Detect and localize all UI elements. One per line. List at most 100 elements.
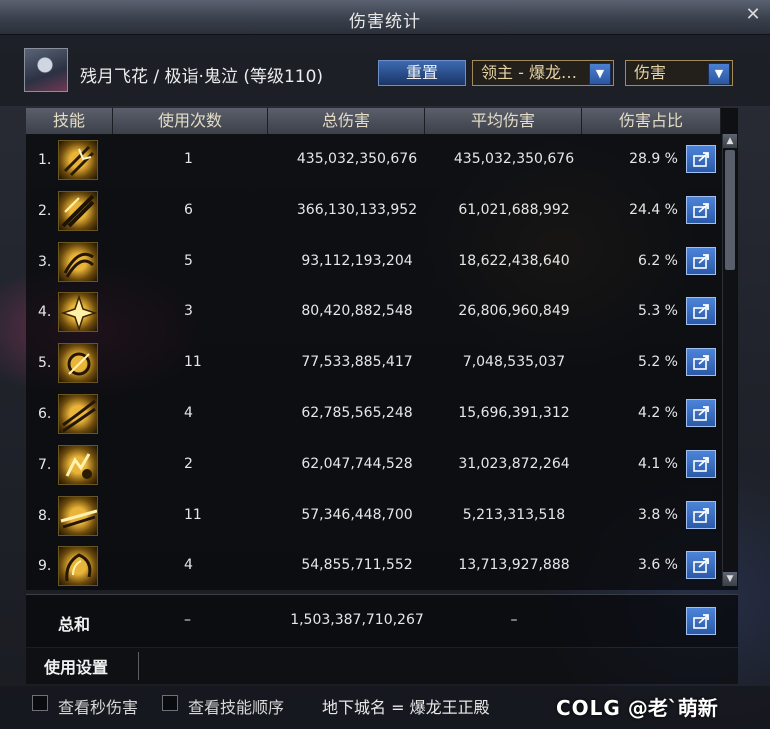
uses-count: 4 (184, 557, 193, 574)
summary-avg: – (510, 612, 518, 628)
scroll-thumb[interactable] (725, 150, 735, 270)
dps-checkbox[interactable] (32, 695, 48, 711)
total-damage: 435,032,350,676 (296, 151, 418, 167)
total-damage: 77,533,885,417 (301, 354, 413, 371)
skill-order-checkbox-label[interactable]: 查看技能顺序 (188, 694, 284, 718)
dungeon-name: 地下城名 = 爆龙王正殿 (322, 698, 490, 717)
rank: 6. (38, 406, 52, 422)
rank: 3. (38, 253, 52, 270)
table-row: 5. 11 77,533,885,417 7,048,535,037 5.2 % (26, 339, 720, 389)
skill-icon (58, 444, 98, 485)
share-icon[interactable] (686, 297, 716, 326)
close-icon[interactable]: ✕ (744, 6, 762, 24)
chevron-down-icon[interactable]: ▼ (589, 63, 611, 85)
column-header-pct[interactable]: 伤害占比 (582, 108, 721, 134)
average-damage: 61,021,688,992 (458, 201, 570, 218)
character-name: 残月飞花 / 极诣·鬼泣 (等级110) (80, 67, 324, 87)
uses-count: 2 (184, 455, 193, 472)
share-icon[interactable] (686, 500, 716, 529)
table-row: 7. 2 62,047,744,528 31,023,872,264 4.1 % (26, 441, 720, 491)
damage-share: 28.9 % (629, 151, 678, 167)
skill-icon (58, 241, 98, 282)
total-damage: 366,130,133,952 (296, 201, 418, 218)
uses-count: 6 (184, 201, 193, 218)
type-select[interactable]: 伤害 ▼ (625, 60, 733, 86)
scroll-up-icon[interactable]: ▲ (723, 134, 737, 148)
average-damage: 26,806,960,849 (458, 303, 570, 320)
window-title: 伤害统计 (349, 12, 421, 32)
skill-order-checkbox[interactable] (162, 695, 178, 711)
average-damage: 18,622,438,640 (458, 252, 570, 269)
skill-icon (58, 546, 98, 587)
share-icon[interactable] (686, 449, 716, 478)
total-damage: 80,420,882,548 (301, 303, 413, 320)
uses-count: 1 (184, 151, 193, 167)
table-header: 技能 使用次数 总伤害 平均伤害 伤害占比 (26, 108, 721, 135)
boss-select-value: 领主 - 爆龙… (481, 63, 577, 82)
table-row: 6. 4 62,785,565,248 15,696,391,312 4.2 % (26, 390, 720, 440)
table-row: 8. 11 57,346,448,700 5,213,313,518 3.8 % (26, 492, 720, 542)
share-icon[interactable] (686, 145, 716, 173)
average-damage: 13,713,927,888 (458, 557, 570, 574)
summary-total: 1,503,387,710,267 (290, 612, 424, 628)
summary-label: 总和 (58, 615, 91, 634)
rank: 5. (38, 355, 52, 372)
uses-count: 3 (184, 303, 193, 320)
share-icon[interactable] (686, 246, 716, 275)
column-header-total[interactable]: 总伤害 (268, 108, 425, 134)
share-icon[interactable] (686, 348, 716, 377)
uses-count: 11 (184, 354, 202, 371)
table-row: 4. 3 80,420,882,548 26,806,960,849 5.3 % (26, 288, 720, 338)
vertical-scrollbar[interactable]: ▲ ▼ (722, 134, 737, 586)
skill-icon (58, 292, 98, 333)
average-damage: 15,696,391,312 (458, 405, 570, 421)
chevron-down-icon[interactable]: ▼ (708, 63, 730, 85)
column-header-skill[interactable]: 技能 (26, 108, 113, 134)
total-damage: 54,855,711,552 (301, 557, 413, 574)
uses-count: 11 (184, 506, 202, 523)
skill-icon (58, 343, 98, 384)
damage-share: 5.2 % (637, 354, 678, 371)
total-damage: 57,346,448,700 (301, 506, 413, 523)
column-header-avg[interactable]: 平均伤害 (425, 108, 582, 134)
settings-label[interactable]: 使用设置 (44, 654, 108, 678)
skill-icon (58, 190, 98, 231)
rank: 8. (38, 507, 52, 524)
skill-icon (58, 140, 98, 180)
settings-bar: 使用设置 (26, 648, 738, 684)
damage-share: 6.2 % (637, 252, 678, 269)
damage-share: 3.8 % (637, 506, 678, 523)
table-row: 1. 1 435,032,350,676 435,032,350,676 28.9 % (26, 136, 720, 186)
damage-share: 24.4 % (629, 201, 678, 218)
skill-icon (58, 495, 98, 536)
rank: 4. (38, 304, 52, 321)
total-damage: 62,785,565,248 (301, 405, 413, 421)
boss-select[interactable]: 领主 - 爆龙… ▼ (472, 60, 614, 86)
uses-count: 4 (184, 405, 193, 421)
total-damage: 93,112,193,204 (301, 252, 413, 269)
damage-share: 3.6 % (637, 557, 678, 574)
character-portrait (24, 48, 68, 92)
footer-bar: 查看秒伤害 查看技能顺序 地下城名 = 爆龙王正殿 COLG @老`萌新 (0, 686, 770, 729)
share-icon[interactable] (686, 399, 716, 427)
table-row: 3. 5 93,112,193,204 18,622,438,640 6.2 % (26, 238, 720, 288)
reset-button[interactable]: 重置 (378, 60, 466, 86)
average-damage: 435,032,350,676 (453, 151, 575, 167)
type-select-value: 伤害 (634, 63, 667, 82)
summary-row: 总和 – 1,503,387,710,267 – (26, 594, 738, 647)
divider (138, 652, 139, 680)
share-icon[interactable] (686, 551, 716, 580)
window-titlebar: 伤害统计 ✕ (0, 0, 770, 35)
table-row: 2. 6 366,130,133,952 61,021,688,992 24.4 % (26, 187, 720, 237)
dps-checkbox-label[interactable]: 查看秒伤害 (58, 694, 138, 718)
uses-count: 5 (184, 252, 193, 269)
rank: 2. (38, 202, 52, 219)
average-damage: 5,213,313,518 (462, 506, 566, 523)
damage-share: 4.2 % (637, 405, 678, 421)
column-header-uses[interactable]: 使用次数 (113, 108, 268, 134)
scroll-down-icon[interactable]: ▼ (723, 572, 737, 586)
share-icon[interactable] (686, 607, 716, 635)
skill-icon (58, 394, 98, 434)
share-icon[interactable] (686, 195, 716, 224)
average-damage: 7,048,535,037 (462, 354, 566, 371)
